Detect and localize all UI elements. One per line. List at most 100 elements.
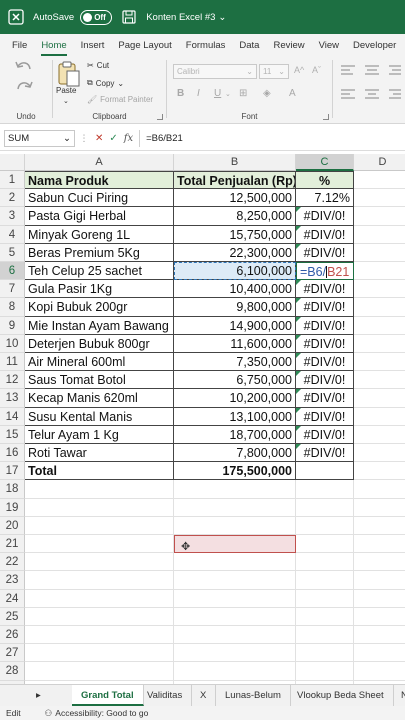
formula-input[interactable]: =B6/B21	[146, 133, 183, 144]
cell[interactable]	[174, 626, 296, 645]
sheet-tab-x[interactable]: X	[191, 685, 217, 706]
document-title[interactable]: Konten Excel #3 ⌄	[146, 12, 226, 23]
clipboard-launcher-icon[interactable]	[157, 114, 163, 120]
sales-total-cell[interactable]: 8,250,000	[174, 207, 296, 226]
redo-icon[interactable]	[14, 80, 34, 96]
row-header[interactable]: 21	[0, 535, 25, 554]
cell[interactable]	[354, 462, 405, 481]
sales-total-cell[interactable]: 7,350,000	[174, 353, 296, 372]
cell[interactable]	[354, 644, 405, 663]
cell[interactable]	[296, 498, 354, 517]
cell[interactable]	[354, 298, 405, 317]
cell[interactable]	[354, 371, 405, 390]
underline-button[interactable]: U	[214, 88, 221, 99]
italic-button[interactable]: I	[197, 88, 200, 99]
cell[interactable]	[296, 480, 354, 499]
align-right-icon[interactable]	[388, 88, 402, 102]
row-header[interactable]: 4	[0, 225, 25, 244]
cell[interactable]	[354, 480, 405, 499]
product-name-cell[interactable]: Deterjen Bubuk 800gr	[25, 334, 174, 353]
error-cell[interactable]: #DIV/0!	[296, 298, 354, 317]
sales-total-cell[interactable]: 10,400,000	[174, 280, 296, 299]
accessibility-status[interactable]: Accessibility: Good to go	[55, 708, 148, 718]
product-name-cell[interactable]: Mie Instan Ayam Bawang	[25, 316, 174, 335]
row-header[interactable]: 12	[0, 371, 25, 390]
tab-view[interactable]: View	[312, 40, 346, 56]
undo-icon[interactable]	[14, 60, 34, 76]
cell[interactable]	[354, 280, 405, 299]
font-launcher-icon[interactable]	[323, 114, 329, 120]
row-header[interactable]: 27	[0, 644, 25, 663]
sheet-tab-vlookup-beda-sheet[interactable]: Vlookup Beda Sheet	[288, 685, 394, 706]
cell[interactable]	[354, 389, 405, 408]
row-header[interactable]: 26	[0, 626, 25, 645]
cell[interactable]	[25, 571, 174, 590]
product-name-cell[interactable]: Sabun Cuci Piring	[25, 189, 174, 208]
cell[interactable]	[25, 607, 174, 626]
row-header[interactable]: 6	[0, 262, 25, 281]
cell[interactable]	[354, 408, 405, 426]
product-name-cell[interactable]: Gula Pasir 1Kg	[25, 280, 174, 299]
row-header[interactable]: 17	[0, 462, 25, 481]
cell[interactable]	[174, 607, 296, 626]
cell[interactable]	[354, 662, 405, 681]
cell[interactable]	[174, 516, 296, 535]
cell[interactable]	[296, 607, 354, 626]
row-header[interactable]: 19	[0, 498, 25, 517]
row-header[interactable]: 16	[0, 444, 25, 463]
row-header[interactable]: 2	[0, 189, 25, 208]
product-name-cell[interactable]: Susu Kental Manis	[25, 407, 174, 426]
sales-total-cell[interactable]: 10,200,000	[174, 389, 296, 408]
cell[interactable]	[354, 553, 405, 572]
bold-button[interactable]: B	[177, 88, 184, 99]
cell[interactable]	[296, 553, 354, 572]
cell[interactable]	[354, 189, 405, 208]
row-header[interactable]: 18	[0, 480, 25, 499]
row-header[interactable]: 24	[0, 589, 25, 608]
cell[interactable]	[174, 571, 296, 590]
sales-total-cell[interactable]: 15,750,000	[174, 225, 296, 244]
cell[interactable]	[296, 535, 354, 554]
sales-total-cell[interactable]: 18,700,000	[174, 425, 296, 444]
sales-total-cell[interactable]: 7,800,000	[174, 444, 296, 463]
sales-total-cell[interactable]: 12,500,000	[174, 189, 296, 208]
column-header-d[interactable]: D	[354, 154, 405, 171]
cell[interactable]	[25, 480, 174, 499]
error-cell[interactable]: #DIV/0!	[296, 316, 354, 335]
row-header[interactable]: 14	[0, 407, 25, 426]
cell[interactable]	[25, 553, 174, 572]
tab-data[interactable]: Data	[232, 40, 266, 56]
cell[interactable]	[354, 426, 405, 444]
sales-total-cell[interactable]: 13,100,000	[174, 407, 296, 426]
paste-dropdown-icon[interactable]: ⌄	[63, 97, 69, 105]
select-all-corner[interactable]	[0, 154, 25, 171]
tab-home[interactable]: Home	[34, 40, 73, 56]
cell[interactable]	[296, 626, 354, 645]
font-size-select[interactable]: 11 ⌄	[259, 64, 289, 79]
cell[interactable]	[354, 626, 405, 645]
cell[interactable]	[296, 644, 354, 663]
product-name-cell[interactable]: Pasta Gigi Herbal	[25, 207, 174, 226]
cell[interactable]	[25, 626, 174, 645]
column-header-c[interactable]: C	[296, 154, 354, 171]
error-cell[interactable]: #DIV/0!	[296, 280, 354, 299]
total-percent-cell[interactable]	[296, 462, 354, 481]
header-cell-nama-produk[interactable]: Nama Produk	[25, 171, 174, 190]
font-color-icon[interactable]: A	[289, 88, 296, 99]
sales-total-cell[interactable]: 6,100,000	[174, 262, 296, 281]
sales-total-cell[interactable]: 22,300,000	[174, 243, 296, 262]
header-cell-percent[interactable]: %	[296, 171, 354, 190]
cell[interactable]	[25, 589, 174, 608]
underline-dropdown-icon[interactable]: ⌄	[225, 90, 231, 98]
column-header-b[interactable]: B	[174, 154, 296, 171]
sheet-tab-validitas[interactable]: Validitas	[138, 685, 193, 706]
enter-icon[interactable]: ✓	[109, 133, 117, 144]
cancel-icon[interactable]: ✕	[95, 133, 103, 144]
font-name-select[interactable]: Calibri ⌄	[173, 64, 257, 79]
cell[interactable]	[354, 444, 405, 463]
insert-function-icon[interactable]: fx	[124, 133, 133, 144]
cell[interactable]	[174, 644, 296, 663]
cell[interactable]	[25, 644, 174, 663]
more-icon[interactable]: ⋮	[79, 133, 89, 144]
sheet-tab-more[interactable]: N	[392, 685, 405, 706]
